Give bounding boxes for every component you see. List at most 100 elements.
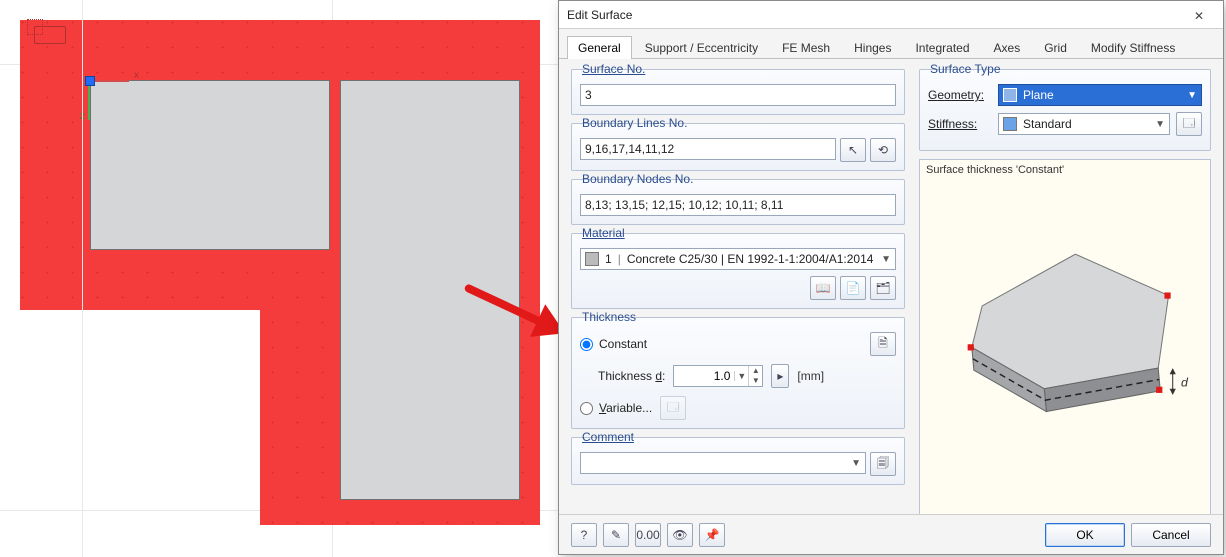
help-button[interactable]: ? bbox=[571, 523, 597, 547]
surface-no-legend: Surface No. bbox=[580, 62, 647, 76]
tab-hinges[interactable]: Hinges bbox=[843, 36, 902, 59]
view-button[interactable]: 👁 bbox=[667, 523, 693, 547]
step-icon: ▸ bbox=[777, 369, 783, 383]
chevron-down-icon: ▼ bbox=[1183, 90, 1197, 101]
close-icon: ✕ bbox=[1194, 9, 1204, 23]
material-select[interactable]: 1 | Concrete C25/30 | EN 1992-1-1:2004/A… bbox=[580, 248, 896, 270]
dialog-tabs: General Support / Eccentricity FE Mesh H… bbox=[559, 29, 1223, 59]
chevron-down-icon: ▼ bbox=[847, 458, 861, 469]
pencil-icon: ✎ bbox=[611, 528, 621, 542]
folder-icon: 🗂 bbox=[875, 281, 890, 295]
preview-graphic-icon: d bbox=[920, 160, 1210, 514]
material-legend: Material bbox=[580, 226, 627, 240]
close-button[interactable]: ✕ bbox=[1183, 7, 1215, 23]
axis-x-icon bbox=[95, 80, 129, 82]
group-material: Material 1 | Concrete C25/30 | EN 1992-1… bbox=[571, 233, 905, 309]
eye-icon: 👁 bbox=[672, 528, 687, 542]
surface-preview: Surface thickness 'Constant' bbox=[919, 159, 1211, 515]
units-button[interactable]: 0.00 bbox=[635, 523, 661, 547]
thickness-legend: Thickness bbox=[580, 310, 638, 324]
thickness-d-label: Thickness d: bbox=[598, 369, 665, 383]
units-icon: 0.00 bbox=[636, 528, 659, 542]
stiffness-label: Stiffness: bbox=[928, 117, 992, 131]
stiffness-swatch-icon bbox=[1003, 117, 1017, 131]
model-viewport[interactable] bbox=[0, 0, 558, 557]
geometry-swatch-icon bbox=[1003, 88, 1017, 102]
cancel-button[interactable]: Cancel bbox=[1131, 523, 1211, 547]
axis-z-icon bbox=[88, 86, 90, 120]
boundary-lines-legend: Boundary Lines No. bbox=[580, 116, 689, 130]
svg-text:d: d bbox=[1181, 376, 1189, 390]
boundary-nodes-input[interactable] bbox=[580, 194, 896, 216]
surface-type-legend: Surface Type bbox=[928, 62, 1003, 76]
group-surface-type: Surface Type Geometry: Plane ▼ Stiffness… bbox=[919, 69, 1211, 151]
tab-general[interactable]: General bbox=[567, 36, 632, 59]
variable-radio-label: Variable... bbox=[599, 401, 652, 415]
dialog-titlebar[interactable]: Edit Surface ✕ bbox=[559, 1, 1223, 29]
surface-no-input[interactable] bbox=[580, 84, 896, 106]
material-library-button[interactable]: 📖 bbox=[810, 276, 836, 300]
thickness-d-unit: [mm] bbox=[797, 369, 824, 383]
config-icon: 🗔 bbox=[667, 398, 680, 419]
options-icon: 🗎 bbox=[878, 334, 888, 355]
stiffness-select[interactable]: Standard ▼ bbox=[998, 113, 1170, 135]
dialog-footer: ? ✎ 0.00 👁 📌 OK Cancel bbox=[559, 514, 1223, 554]
dialog-title: Edit Surface bbox=[567, 8, 1183, 22]
group-boundary-nodes: Boundary Nodes No. bbox=[571, 179, 905, 225]
geometry-label: Geometry: bbox=[928, 88, 992, 102]
tab-fe-mesh[interactable]: FE Mesh bbox=[771, 36, 841, 59]
material-index: 1 bbox=[605, 252, 612, 266]
tab-grid[interactable]: Grid bbox=[1033, 36, 1078, 59]
selection-probe-icon bbox=[34, 26, 66, 44]
thickness-d-input[interactable]: ▼ ▲ ▼ bbox=[673, 365, 763, 387]
cutout-region-a[interactable] bbox=[90, 80, 330, 250]
refresh-icon: ⟲ bbox=[878, 143, 888, 157]
tab-modify-stiffness[interactable]: Modify Stiffness bbox=[1080, 36, 1186, 59]
comment-library-button[interactable]: 🗐 bbox=[870, 452, 896, 476]
tab-axes[interactable]: Axes bbox=[983, 36, 1032, 59]
right-column: Surface Type Geometry: Plane ▼ Stiffness… bbox=[919, 69, 1211, 515]
geometry-value: Plane bbox=[1023, 88, 1054, 102]
boundary-lines-input[interactable] bbox=[580, 138, 836, 160]
material-value: Concrete C25/30 | EN 1992-1-1:2004/A1:20… bbox=[627, 252, 874, 266]
constant-radio-label: Constant bbox=[599, 337, 647, 351]
geometry-select[interactable]: Plane ▼ bbox=[998, 84, 1202, 106]
stepper-down-icon[interactable]: ▼ bbox=[748, 376, 762, 386]
left-column: Surface No. Boundary Lines No. ↖ ⟲ Boun bbox=[571, 69, 905, 515]
edit-icon: 🗔 bbox=[1182, 114, 1195, 135]
pick-lines-button[interactable]: ↖ bbox=[840, 138, 866, 162]
group-surface-no: Surface No. bbox=[571, 69, 905, 115]
comment-input[interactable]: ▼ bbox=[580, 452, 866, 474]
help-icon: ? bbox=[581, 528, 588, 542]
comments-icon: 🗐 bbox=[877, 454, 889, 475]
boundary-nodes-legend: Boundary Nodes No. bbox=[580, 172, 695, 186]
tab-support-eccentricity[interactable]: Support / Eccentricity bbox=[634, 36, 769, 59]
thickness-variable-radio[interactable]: Variable... bbox=[580, 401, 652, 415]
material-swatch-icon bbox=[585, 252, 599, 266]
new-doc-icon: 📄 bbox=[846, 281, 861, 295]
pin-button[interactable]: 📌 bbox=[699, 523, 725, 547]
thickness-step-button[interactable]: ▸ bbox=[771, 364, 789, 388]
reload-lines-button[interactable]: ⟲ bbox=[870, 138, 896, 162]
model-origin-marker[interactable] bbox=[85, 76, 95, 86]
thickness-options-button[interactable]: 🗎 bbox=[870, 332, 896, 356]
group-boundary-lines: Boundary Lines No. ↖ ⟲ bbox=[571, 123, 905, 171]
thickness-variable-config-button: 🗔 bbox=[660, 396, 686, 420]
pin-icon: 📌 bbox=[705, 528, 720, 542]
dialog-body: Surface No. Boundary Lines No. ↖ ⟲ Boun bbox=[559, 59, 1223, 521]
chevron-down-icon: ▼ bbox=[877, 254, 891, 265]
thickness-constant-radio[interactable]: Constant bbox=[580, 337, 647, 351]
book-icon: 📖 bbox=[816, 281, 831, 295]
thickness-d-field[interactable] bbox=[674, 366, 734, 386]
material-edit-button[interactable]: 🗂 bbox=[870, 276, 896, 300]
cursor-pick-icon: ↖ bbox=[848, 143, 858, 157]
chevron-down-icon[interactable]: ▼ bbox=[734, 371, 748, 381]
stepper-up-icon[interactable]: ▲ bbox=[748, 366, 762, 376]
tab-integrated[interactable]: Integrated bbox=[904, 36, 980, 59]
chevron-down-icon: ▼ bbox=[1151, 119, 1165, 130]
notes-button[interactable]: ✎ bbox=[603, 523, 629, 547]
ok-button[interactable]: OK bbox=[1045, 523, 1125, 547]
material-new-button[interactable]: 📄 bbox=[840, 276, 866, 300]
stiffness-edit-button[interactable]: 🗔 bbox=[1176, 112, 1202, 136]
group-thickness: Thickness Constant 🗎 Thickness d: bbox=[571, 317, 905, 429]
